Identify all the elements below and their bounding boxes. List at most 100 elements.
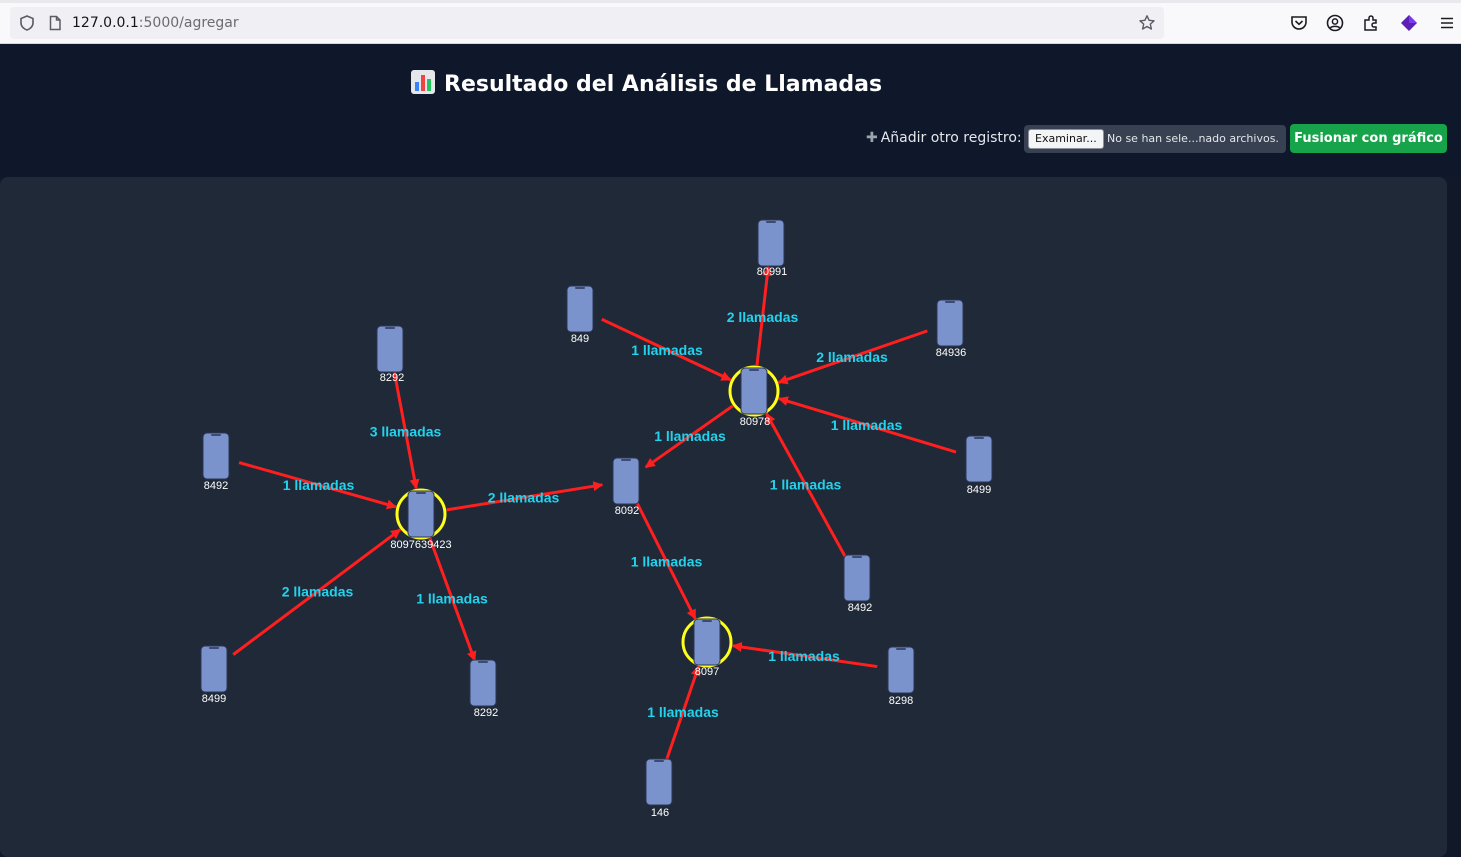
phone-number-label: 8097 bbox=[695, 666, 719, 678]
phone-speaker bbox=[702, 620, 712, 622]
phone-speaker bbox=[478, 661, 488, 663]
menu-icon[interactable] bbox=[1437, 13, 1457, 33]
merge-with-graph-button[interactable]: Fusionar con gráfico bbox=[1290, 124, 1447, 153]
edge-label: 2 llamadas bbox=[816, 349, 888, 365]
edge-label: 2 llamadas bbox=[727, 309, 799, 325]
phone-icon bbox=[200, 645, 228, 693]
phone-node[interactable]: 84936 bbox=[936, 299, 967, 359]
phone-icon bbox=[645, 758, 673, 806]
phone-number-label: 849 bbox=[571, 333, 589, 345]
phone-number-label: 8492 bbox=[848, 602, 872, 614]
edge-label: 1 llamadas bbox=[831, 417, 903, 433]
phone-icon bbox=[376, 325, 404, 373]
bar-chart-icon bbox=[411, 70, 435, 94]
page-title: Resultado del Análisis de Llamadas bbox=[410, 68, 882, 102]
page-icon[interactable] bbox=[46, 14, 64, 32]
call-graph-panel[interactable]: 2 llamadas 1 llamadas 2 llamadas 1 llamadas… bbox=[0, 177, 1447, 857]
phone-node[interactable]: 8292 bbox=[376, 325, 404, 384]
edge-label: 2 llamadas bbox=[488, 490, 560, 506]
edge-label: 1 llamadas bbox=[647, 704, 719, 720]
call-graph-canvas[interactable]: 2 llamadas 1 llamadas 2 llamadas 1 llamadas… bbox=[0, 177, 1447, 857]
edge-label: 1 llamadas bbox=[768, 648, 840, 664]
phone-speaker bbox=[211, 434, 221, 436]
phone-speaker bbox=[749, 369, 759, 371]
shield-icon[interactable] bbox=[18, 14, 36, 32]
edge-label: 1 llamadas bbox=[283, 477, 355, 493]
address-bar[interactable]: 127.0.0.1:5000/agregar bbox=[10, 7, 1164, 39]
edge-label: 1 llamadas bbox=[631, 554, 703, 570]
phone-speaker bbox=[416, 492, 426, 494]
browser-toolbar: 127.0.0.1:5000/agregar bbox=[0, 0, 1461, 44]
file-input[interactable]: Examinar... No se han sele...nado archiv… bbox=[1024, 125, 1286, 153]
phone-number-label: 8298 bbox=[889, 695, 913, 707]
pocket-icon[interactable] bbox=[1289, 13, 1309, 33]
extension-purple-icon[interactable] bbox=[1399, 13, 1419, 33]
phone-node[interactable]: 8492 bbox=[843, 554, 872, 614]
phone-icon bbox=[202, 432, 230, 480]
phone-icon bbox=[965, 435, 993, 483]
phone-icon bbox=[843, 554, 871, 602]
phone-number-label: 8292 bbox=[380, 372, 404, 384]
edge-label: 1 llamadas bbox=[416, 591, 488, 607]
phone-number-label: 8092 bbox=[615, 505, 639, 517]
phone-number-label: 80991 bbox=[757, 266, 788, 278]
phone-speaker bbox=[766, 221, 776, 223]
phone-node[interactable]: 80991 bbox=[757, 219, 788, 278]
phone-node[interactable]: 8499 bbox=[200, 645, 228, 705]
add-record-label: ✚ Añadir otro registro: bbox=[866, 128, 1022, 148]
phone-number-label: 80978 bbox=[740, 416, 771, 428]
phone-icon bbox=[740, 367, 768, 415]
edge-label: 1 llamadas bbox=[770, 477, 842, 493]
phone-node[interactable]: 8292 bbox=[469, 659, 498, 719]
phone-icon bbox=[566, 285, 594, 333]
phone-number-label: 8492 bbox=[204, 480, 228, 492]
url-host: 127.0.0.1 bbox=[72, 15, 139, 31]
phone-number-label: 146 bbox=[651, 807, 669, 819]
phone-icon bbox=[612, 457, 640, 505]
phone-node[interactable]: 8298 bbox=[887, 646, 915, 707]
edge-label: 2 llamadas bbox=[282, 584, 354, 600]
phone-speaker bbox=[385, 327, 395, 329]
file-status-text: No se han sele...nado archivos. bbox=[1107, 132, 1279, 145]
phone-number-label: 8499 bbox=[202, 693, 226, 705]
phone-icon bbox=[407, 490, 435, 538]
edge-label: 1 llamadas bbox=[631, 342, 703, 358]
hub-node[interactable]: 8097639423 bbox=[390, 488, 452, 551]
account-icon[interactable] bbox=[1325, 13, 1345, 33]
phone-number-label: 84936 bbox=[936, 347, 967, 359]
phone-speaker bbox=[945, 301, 955, 303]
plus-icon: ✚ bbox=[866, 130, 878, 146]
url-text[interactable]: 127.0.0.1:5000/agregar bbox=[72, 14, 239, 32]
phone-icon bbox=[757, 219, 785, 267]
phone-icon bbox=[936, 299, 964, 347]
app-header: Resultado del Análisis de Llamadas ✚ Añad… bbox=[0, 44, 1461, 177]
edge-label: 1 llamadas bbox=[654, 428, 726, 444]
phone-icon bbox=[887, 646, 915, 694]
phone-speaker bbox=[896, 648, 906, 650]
phone-number-label: 8499 bbox=[967, 484, 991, 496]
phone-icon bbox=[693, 618, 721, 666]
add-record-text: Añadir otro registro: bbox=[880, 130, 1022, 146]
phone-speaker bbox=[575, 287, 585, 289]
phone-number-label: 8292 bbox=[474, 707, 498, 719]
browse-button[interactable]: Examinar... bbox=[1028, 129, 1104, 149]
phone-speaker bbox=[621, 459, 631, 461]
phone-number-label: 8097639423 bbox=[390, 539, 451, 551]
phone-speaker bbox=[852, 556, 862, 558]
phone-node[interactable]: 849 bbox=[566, 285, 594, 345]
phone-speaker bbox=[974, 437, 984, 439]
phone-speaker bbox=[209, 647, 219, 649]
extensions-icon[interactable] bbox=[1361, 13, 1381, 33]
phone-node[interactable]: 8492 bbox=[202, 432, 230, 492]
tab-strip-edge bbox=[0, 0, 1461, 3]
phone-icon bbox=[469, 659, 497, 707]
phone-node[interactable]: 146 bbox=[645, 758, 673, 819]
edge-label: 3 llamadas bbox=[370, 424, 442, 440]
phone-speaker bbox=[654, 760, 664, 762]
phone-node[interactable]: 8092 bbox=[612, 457, 640, 517]
hub-node[interactable]: 8097 bbox=[681, 616, 733, 678]
url-path: :5000/agregar bbox=[138, 15, 239, 31]
phone-node[interactable]: 8499 bbox=[965, 435, 993, 496]
page-title-text: Resultado del Análisis de Llamadas bbox=[444, 72, 883, 97]
bookmark-star-icon[interactable] bbox=[1138, 14, 1156, 32]
